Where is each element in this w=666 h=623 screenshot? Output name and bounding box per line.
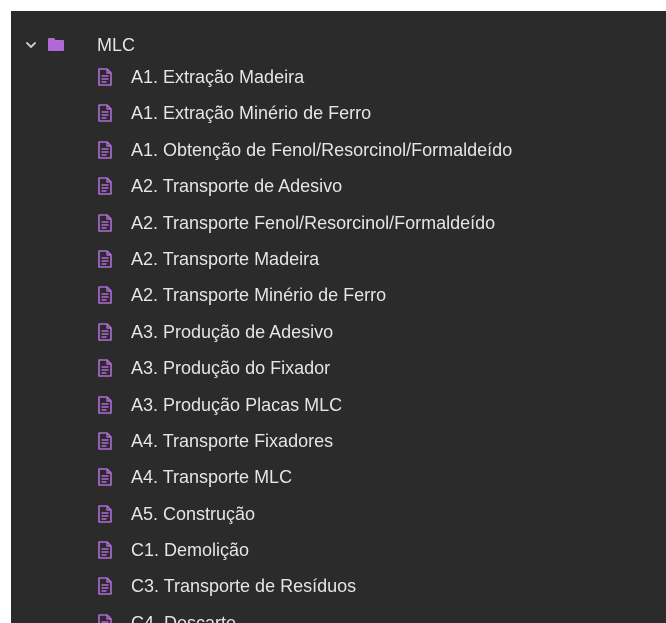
chevron-down-icon[interactable] — [25, 39, 37, 51]
process-file-icon — [98, 286, 112, 305]
process-file-icon — [98, 504, 112, 523]
tree-item-label: C4. Descarte — [131, 612, 237, 623]
tree-item[interactable]: A2. Transporte Minério de Ferro — [11, 278, 666, 314]
tree-children-list: A1. Extração Madeira A1. Extração Minério… — [11, 60, 666, 623]
tree-item[interactable]: A2. Transporte Fenol/Resorcinol/Formalde… — [11, 206, 666, 242]
process-file-icon — [98, 468, 112, 487]
tree-item[interactable]: A5. Construção — [11, 497, 666, 533]
tree-item-label: A1. Extração Madeira — [131, 67, 305, 87]
tree-item[interactable]: A1. Extração Madeira — [11, 60, 666, 96]
tree-item[interactable]: A1. Obtenção de Fenol/Resorcinol/Formald… — [11, 133, 666, 169]
folder-icon — [48, 38, 64, 51]
process-file-icon — [98, 395, 112, 414]
tree-item[interactable]: A3. Produção Placas MLC — [11, 388, 666, 424]
process-file-icon — [98, 250, 112, 268]
process-file-icon — [98, 577, 112, 596]
tree-folder-mlc[interactable]: MLC — [11, 31, 666, 59]
tree-item-label: A2. Transporte Madeira — [131, 248, 320, 269]
process-file-icon — [98, 104, 112, 123]
tree-item[interactable]: C3. Transporte de Resíduos — [11, 569, 666, 605]
folder-label: MLC — [97, 35, 136, 55]
tree-item-label: A2. Transporte Fenol/Resorcinol/Formalde… — [131, 212, 496, 233]
process-file-icon — [98, 68, 112, 86]
tree-item-label: A1. Extração Minério de Ferro — [131, 103, 372, 124]
process-file-icon — [98, 140, 112, 159]
tree-item[interactable]: C4. Descarte — [11, 606, 666, 623]
tree-item-label: A1. Obtenção de Fenol/Resorcinol/Formald… — [131, 139, 513, 160]
tree-item-label: C3. Transporte de Resíduos — [131, 576, 357, 597]
tree-item-label: A3. Produção Placas MLC — [131, 394, 343, 415]
process-file-icon — [98, 322, 112, 341]
tree-item[interactable]: A4. Transporte Fixadores — [11, 424, 666, 460]
navigation-tree-panel: MLC A1. Extração Madeira A1. Extração Min… — [11, 11, 666, 623]
tree-item-label: A5. Construção — [131, 503, 256, 524]
process-file-icon — [98, 213, 112, 232]
tree-item-label: A2. Transporte Minério de Ferro — [131, 285, 387, 306]
process-file-icon — [98, 432, 112, 450]
tree-item-label: A3. Produção do Fixador — [131, 358, 331, 379]
tree-item-label: A4. Transporte MLC — [131, 467, 293, 488]
process-file-icon — [98, 359, 112, 377]
tree-item[interactable]: A3. Produção de Adesivo — [11, 315, 666, 351]
tree-item-label: A2. Transporte de Adesivo — [131, 176, 343, 197]
tree-item-label: A3. Produção de Adesivo — [131, 321, 334, 342]
process-file-icon — [98, 614, 112, 623]
tree-item[interactable]: A2. Transporte de Adesivo — [11, 169, 666, 205]
tree-item[interactable]: A2. Transporte Madeira — [11, 242, 666, 278]
tree-item[interactable]: A1. Extração Minério de Ferro — [11, 96, 666, 132]
process-file-icon — [98, 177, 112, 195]
tree-item-label: C1. Demolição — [131, 540, 250, 561]
tree-item[interactable]: A3. Produção do Fixador — [11, 351, 666, 387]
tree-item[interactable]: C1. Demolição — [11, 533, 666, 569]
tree-item-label: A4. Transporte Fixadores — [131, 430, 334, 451]
process-file-icon — [98, 541, 112, 559]
tree-item[interactable]: A4. Transporte MLC — [11, 460, 666, 496]
